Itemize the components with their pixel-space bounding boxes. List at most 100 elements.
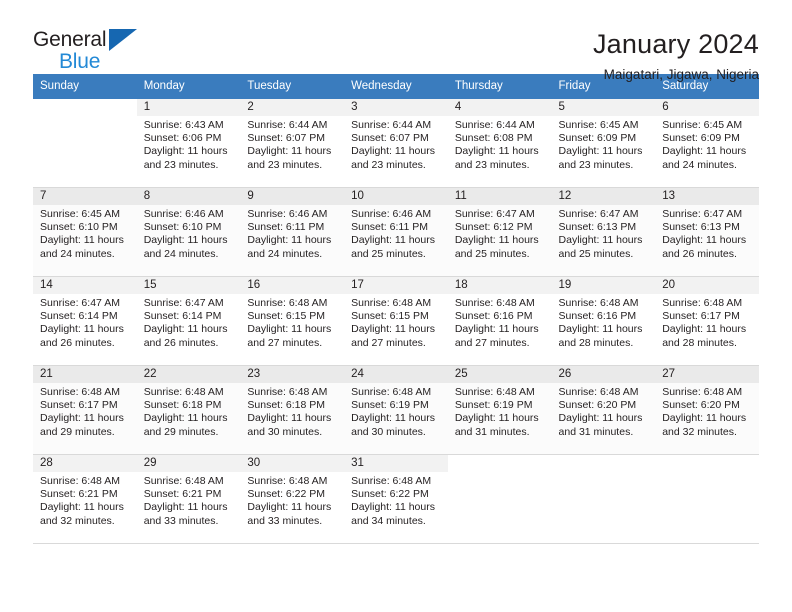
sunrise-text: Sunrise: 6:48 AM — [351, 297, 432, 309]
daylight-text: Daylight: 11 hours and 24 minutes. — [247, 234, 332, 260]
calendar-day-cell[interactable]: 19 Sunrise: 6:48 AM Sunset: 6:16 PM Dayligh… — [551, 276, 656, 366]
page-header: General Blue January 2024 Maigatari, Jig… — [33, 0, 759, 82]
day-details: Sunrise: 6:48 AM Sunset: 6:15 PM Daylight:… — [344, 294, 448, 350]
calendar-day-cell[interactable]: 18 Sunrise: 6:48 AM Sunset: 6:16 PM Dayligh… — [447, 276, 552, 366]
calendar-day-cell[interactable]: 10 Sunrise: 6:46 AM Sunset: 6:11 PM Dayligh… — [344, 187, 448, 277]
day-details: Sunrise: 6:48 AM Sunset: 6:17 PM Daylight:… — [655, 294, 759, 350]
day-number: 3 — [344, 99, 448, 116]
daylight-text: Daylight: 11 hours and 30 minutes. — [247, 412, 332, 438]
sunset-text: Sunset: 6:11 PM — [351, 221, 428, 234]
sunset-text: Sunset: 6:09 PM — [662, 132, 740, 145]
sunrise-text: Sunrise: 6:45 AM — [662, 119, 743, 131]
calendar-day-cell[interactable]: 15 Sunrise: 6:47 AM Sunset: 6:14 PM Dayligh… — [136, 276, 241, 366]
daylight-text: Daylight: 11 hours and 26 minutes. — [143, 323, 228, 349]
sunset-text: Sunset: 6:12 PM — [454, 221, 533, 234]
day-number: 21 — [33, 366, 137, 383]
calendar-day-cell[interactable]: 28 Sunrise: 6:48 AM Sunset: 6:21 PM Dayligh… — [33, 454, 137, 544]
daylight-text: Daylight: 11 hours and 32 minutes. — [40, 501, 124, 527]
sunrise-text: Sunrise: 6:47 AM — [143, 297, 224, 309]
calendar-day-cell[interactable]: 1 Sunrise: 6:43 AM Sunset: 6:06 PM Daylight… — [136, 99, 241, 188]
sunrise-text: Sunrise: 6:43 AM — [143, 119, 224, 131]
daylight-text: Daylight: 11 hours and 24 minutes. — [662, 145, 747, 171]
calendar-empty-cell — [33, 99, 137, 188]
sunset-text: Sunset: 6:14 PM — [40, 310, 118, 323]
day-number: 17 — [344, 277, 448, 294]
sunset-text: Sunset: 6:15 PM — [247, 310, 326, 323]
day-details: Sunrise: 6:48 AM Sunset: 6:20 PM Daylight:… — [655, 383, 759, 439]
calendar-day-cell[interactable]: 13 Sunrise: 6:47 AM Sunset: 6:13 PM Dayligh… — [655, 187, 759, 277]
sunset-text: Sunset: 6:13 PM — [662, 221, 740, 234]
day-details: Sunrise: 6:48 AM Sunset: 6:21 PM Daylight:… — [33, 472, 137, 528]
day-details: Sunrise: 6:44 AM Sunset: 6:08 PM Daylight:… — [448, 116, 552, 172]
calendar-day-cell[interactable]: 31 Sunrise: 6:48 AM Sunset: 6:22 PM Dayligh… — [344, 454, 448, 544]
calendar-page: General Blue January 2024 Maigatari, Jig… — [0, 0, 792, 612]
sunrise-text: Sunrise: 6:44 AM — [454, 119, 535, 131]
calendar-day-cell[interactable]: 29 Sunrise: 6:48 AM Sunset: 6:21 PM Dayligh… — [136, 454, 241, 544]
calendar-day-cell[interactable]: 27 Sunrise: 6:48 AM Sunset: 6:20 PM Dayligh… — [655, 365, 759, 455]
calendar-day-cell[interactable]: 3 Sunrise: 6:44 AM Sunset: 6:07 PM Daylight… — [344, 99, 448, 188]
calendar-day-cell[interactable]: 20 Sunrise: 6:48 AM Sunset: 6:17 PM Dayligh… — [655, 276, 759, 366]
sunset-text: Sunset: 6:22 PM — [247, 488, 326, 501]
daylight-text: Daylight: 11 hours and 34 minutes. — [351, 501, 435, 527]
calendar-day-cell[interactable]: 12 Sunrise: 6:47 AM Sunset: 6:13 PM Dayligh… — [551, 187, 656, 277]
sunset-text: Sunset: 6:06 PM — [143, 132, 222, 145]
sunset-text: Sunset: 6:20 PM — [662, 399, 740, 412]
sunrise-text: Sunrise: 6:45 AM — [40, 208, 120, 220]
calendar-day-cell[interactable]: 6 Sunrise: 6:45 AM Sunset: 6:09 PM Daylight… — [655, 99, 759, 188]
calendar-day-cell[interactable]: 8 Sunrise: 6:46 AM Sunset: 6:10 PM Daylight… — [136, 187, 241, 277]
sunset-text: Sunset: 6:20 PM — [558, 399, 637, 412]
day-number: 11 — [447, 188, 552, 205]
calendar-day-cell[interactable]: 7 Sunrise: 6:45 AM Sunset: 6:10 PM Daylight… — [33, 187, 137, 277]
day-details: Sunrise: 6:48 AM Sunset: 6:22 PM Daylight:… — [344, 472, 448, 528]
sunrise-text: Sunrise: 6:48 AM — [247, 297, 328, 309]
daylight-text: Daylight: 11 hours and 25 minutes. — [454, 234, 539, 260]
day-number: 29 — [136, 455, 241, 472]
day-number — [448, 455, 552, 472]
calendar-day-cell[interactable]: 14 Sunrise: 6:47 AM Sunset: 6:14 PM Dayligh… — [33, 276, 137, 366]
calendar-day-cell[interactable]: 21 Sunrise: 6:48 AM Sunset: 6:17 PM Dayligh… — [33, 365, 137, 455]
sunrise-text: Sunrise: 6:48 AM — [40, 386, 120, 398]
sunrise-text: Sunrise: 6:45 AM — [558, 119, 639, 131]
sunset-text: Sunset: 6:16 PM — [454, 310, 533, 323]
daylight-text: Daylight: 11 hours and 23 minutes. — [558, 145, 643, 171]
calendar-day-cell[interactable]: 22 Sunrise: 6:48 AM Sunset: 6:18 PM Dayligh… — [136, 365, 241, 455]
day-number: 27 — [655, 366, 759, 383]
calendar-day-cell[interactable]: 26 Sunrise: 6:48 AM Sunset: 6:20 PM Dayligh… — [551, 365, 656, 455]
day-details: Sunrise: 6:48 AM Sunset: 6:18 PM Daylight:… — [137, 383, 241, 439]
day-number: 25 — [447, 366, 552, 383]
day-details: Sunrise: 6:48 AM Sunset: 6:22 PM Daylight:… — [240, 472, 344, 528]
calendar-day-cell[interactable]: 23 Sunrise: 6:48 AM Sunset: 6:18 PM Dayligh… — [240, 365, 345, 455]
sunrise-text: Sunrise: 6:44 AM — [247, 119, 328, 131]
sunset-text: Sunset: 6:19 PM — [454, 399, 533, 412]
daylight-text: Daylight: 11 hours and 27 minutes. — [454, 323, 539, 349]
sunset-text: Sunset: 6:15 PM — [351, 310, 429, 323]
generalblue-logo[interactable]: General Blue — [33, 27, 141, 83]
day-number: 16 — [240, 277, 345, 294]
calendar-week-row: 1 Sunrise: 6:43 AM Sunset: 6:06 PM Daylight… — [33, 99, 759, 188]
calendar-day-cell[interactable]: 4 Sunrise: 6:44 AM Sunset: 6:08 PM Daylight… — [447, 99, 552, 188]
calendar-day-cell[interactable]: 5 Sunrise: 6:45 AM Sunset: 6:09 PM Daylight… — [551, 99, 656, 188]
daylight-text: Daylight: 11 hours and 32 minutes. — [662, 412, 747, 438]
sunset-text: Sunset: 6:07 PM — [247, 132, 326, 145]
sunrise-text: Sunrise: 6:48 AM — [40, 475, 120, 487]
sunrise-text: Sunrise: 6:48 AM — [662, 386, 743, 398]
calendar-day-cell[interactable]: 2 Sunrise: 6:44 AM Sunset: 6:07 PM Daylight… — [240, 99, 345, 188]
sunset-text: Sunset: 6:08 PM — [454, 132, 533, 145]
calendar-day-cell[interactable]: 17 Sunrise: 6:48 AM Sunset: 6:15 PM Dayligh… — [344, 276, 448, 366]
day-details: Sunrise: 6:43 AM Sunset: 6:06 PM Daylight:… — [137, 116, 241, 172]
calendar-body: 1 Sunrise: 6:43 AM Sunset: 6:06 PM Daylight… — [33, 99, 759, 544]
day-number: 22 — [136, 366, 241, 383]
calendar-day-cell[interactable]: 9 Sunrise: 6:46 AM Sunset: 6:11 PM Daylight… — [240, 187, 345, 277]
sunrise-text: Sunrise: 6:47 AM — [454, 208, 535, 220]
calendar-empty-cell — [551, 454, 656, 544]
sunrise-text: Sunrise: 6:48 AM — [662, 297, 743, 309]
calendar-day-cell[interactable]: 16 Sunrise: 6:48 AM Sunset: 6:15 PM Dayligh… — [240, 276, 345, 366]
day-number: 31 — [344, 455, 448, 472]
calendar-day-cell[interactable]: 30 Sunrise: 6:48 AM Sunset: 6:22 PM Dayligh… — [240, 454, 345, 544]
sunset-text: Sunset: 6:11 PM — [247, 221, 325, 234]
day-details: Sunrise: 6:47 AM Sunset: 6:14 PM Daylight:… — [137, 294, 241, 350]
calendar-day-cell[interactable]: 25 Sunrise: 6:48 AM Sunset: 6:19 PM Dayligh… — [447, 365, 552, 455]
sunrise-text: Sunrise: 6:48 AM — [454, 297, 535, 309]
calendar-day-cell[interactable]: 11 Sunrise: 6:47 AM Sunset: 6:12 PM Dayligh… — [447, 187, 552, 277]
calendar-day-cell[interactable]: 24 Sunrise: 6:48 AM Sunset: 6:19 PM Dayligh… — [344, 365, 448, 455]
